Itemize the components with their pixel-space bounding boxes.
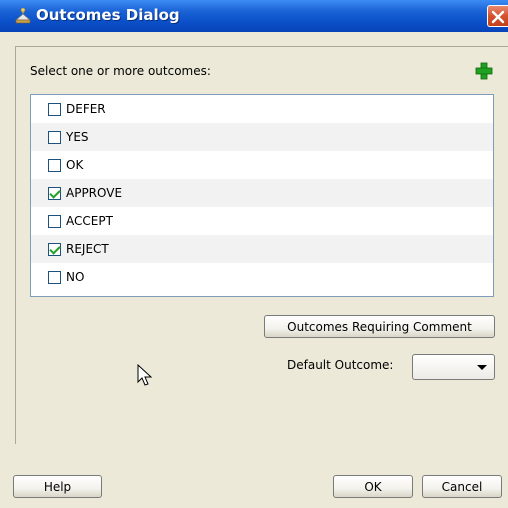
close-icon [491, 10, 505, 24]
close-button[interactable] [487, 5, 508, 27]
outcome-row[interactable]: NO [31, 263, 493, 291]
outcome-label: REJECT [66, 242, 109, 256]
outcome-row[interactable]: OK [31, 151, 493, 179]
outcome-label: APPROVE [66, 186, 123, 200]
outcome-row[interactable]: ACCEPT [31, 207, 493, 235]
cancel-button-label: Cancel [441, 479, 483, 494]
outcomes-list: DEFER YES OK APPROVE ACCEPT REJECT NO [30, 94, 494, 297]
outcome-checkbox[interactable] [48, 186, 61, 200]
outcomes-requiring-comment-label: Outcomes Requiring Comment [287, 319, 472, 334]
mouse-pointer-icon [137, 364, 153, 386]
select-outcomes-label: Select one or more outcomes: [30, 64, 211, 78]
ok-button-label: OK [364, 479, 382, 494]
outcome-label: DEFER [66, 102, 106, 116]
app-icon [14, 7, 32, 24]
outcome-label: NO [66, 270, 85, 284]
add-outcome-button[interactable] [474, 61, 494, 81]
default-outcome-label: Default Outcome: [287, 358, 394, 372]
cancel-button[interactable]: Cancel [422, 475, 502, 498]
outcome-checkbox[interactable] [48, 270, 61, 284]
outcome-checkbox[interactable] [48, 130, 61, 144]
window-title: Outcomes Dialog [36, 6, 180, 24]
ok-button[interactable]: OK [333, 475, 413, 498]
outcome-row[interactable]: DEFER [31, 95, 493, 123]
chevron-down-icon [477, 365, 487, 370]
outcome-checkbox[interactable] [48, 102, 61, 116]
title-bar: Outcomes Dialog [0, 0, 508, 32]
help-button-label: Help [43, 479, 72, 494]
outcome-label: ACCEPT [66, 214, 113, 228]
default-outcome-select[interactable] [412, 354, 495, 380]
outcome-checkbox[interactable] [48, 214, 61, 228]
outcome-label: YES [66, 130, 89, 144]
outcome-row[interactable]: REJECT [31, 235, 493, 263]
outcome-row[interactable]: APPROVE [31, 179, 493, 207]
outcome-checkbox[interactable] [48, 242, 61, 256]
outcome-label: OK [66, 158, 84, 172]
outcome-row[interactable]: YES [31, 123, 493, 151]
help-button[interactable]: Help [13, 475, 102, 498]
outcome-checkbox[interactable] [48, 158, 61, 172]
outcomes-requiring-comment-button[interactable]: Outcomes Requiring Comment [264, 315, 495, 338]
